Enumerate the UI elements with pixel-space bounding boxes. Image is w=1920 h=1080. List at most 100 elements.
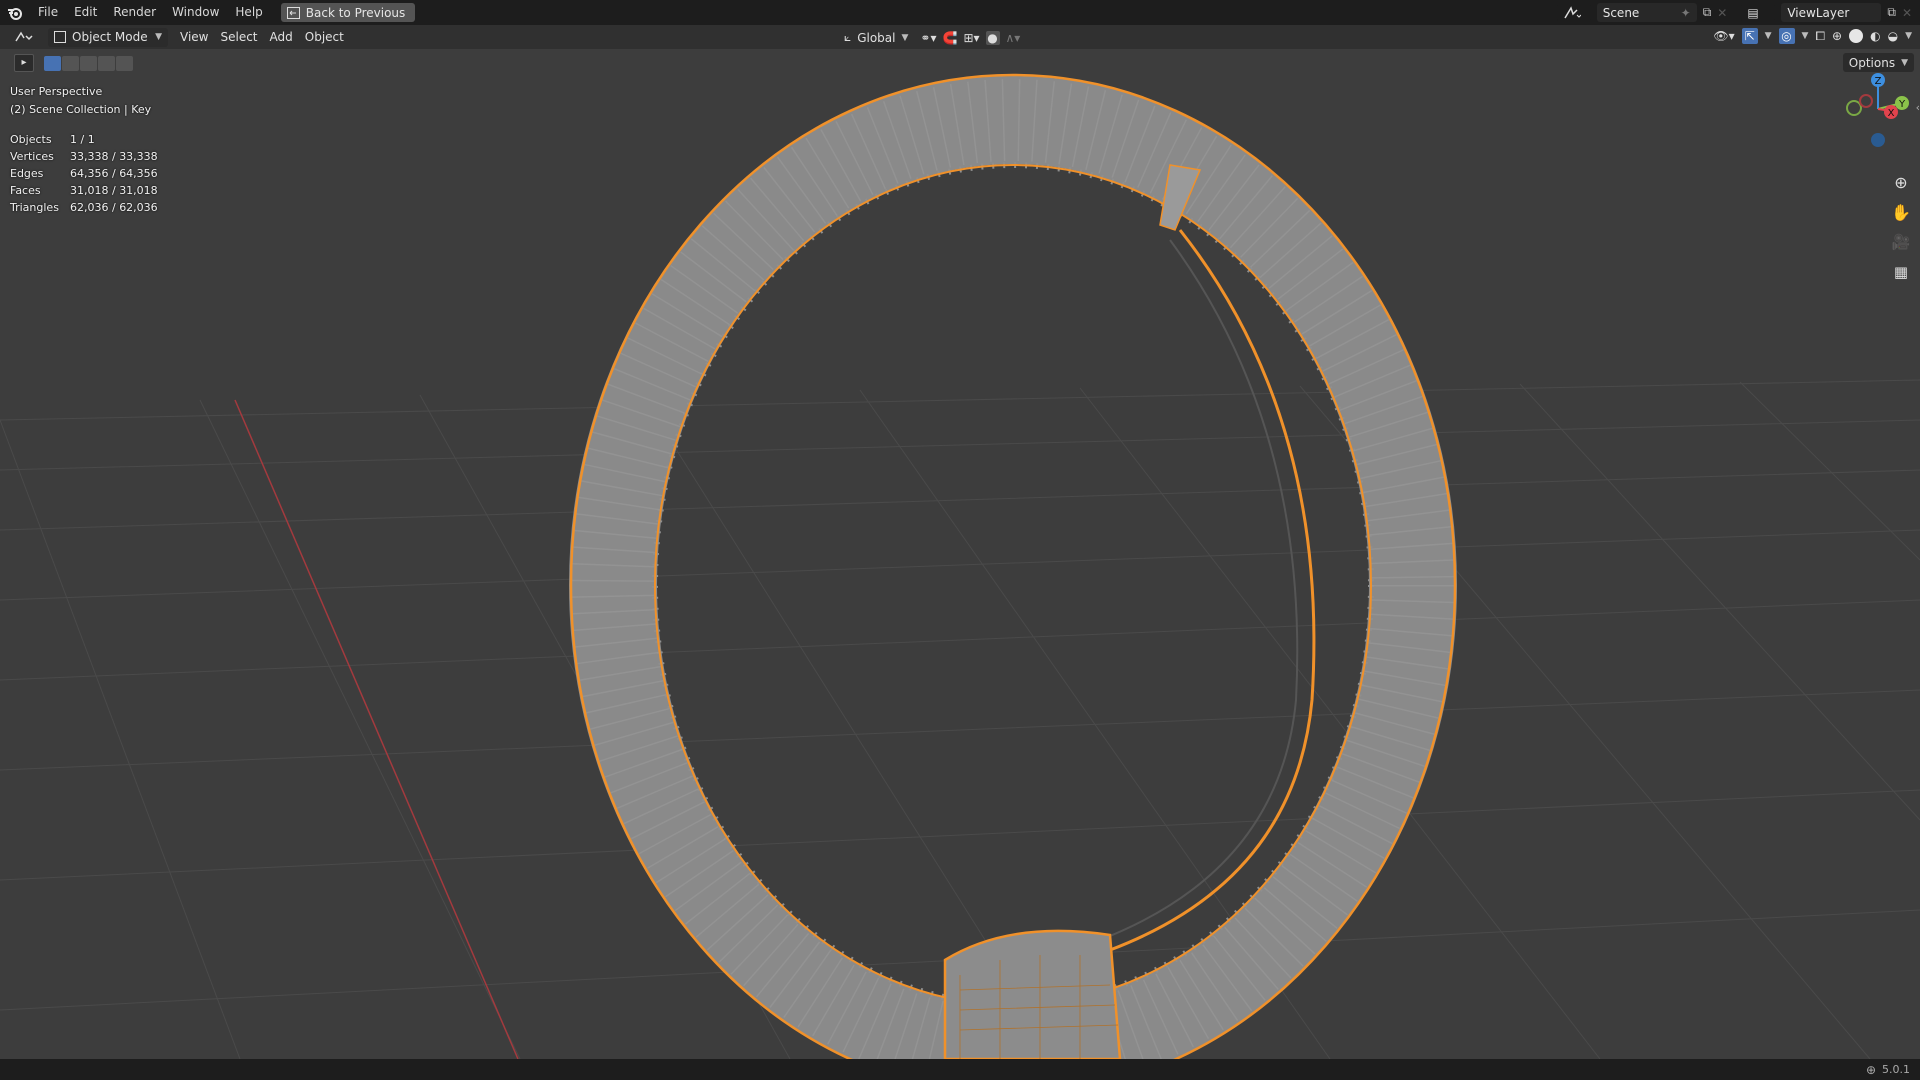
3d-viewport[interactable]: ▸ Options ▼ User Perspective (2) Scene C…: [0, 49, 1920, 1059]
stat-row: Edges 64,356 / 64,356: [10, 165, 158, 182]
3d-viewport-icon: [15, 31, 33, 42]
select-tool-icon[interactable]: ▸: [14, 54, 34, 72]
zoom-icon[interactable]: ⊕: [1888, 169, 1914, 195]
gizmo-toggle-icon[interactable]: ⇱: [1741, 28, 1758, 44]
stat-label: Vertices: [10, 150, 54, 163]
version-label: 5.0.1: [1882, 1063, 1910, 1076]
object-mode-dropdown[interactable]: Object Mode ▼: [48, 27, 168, 47]
stat-row: Faces 31,018 / 31,018: [10, 182, 158, 199]
stat-value: 64,356 / 64,356: [70, 167, 158, 180]
falloff-icon[interactable]: ∧▾: [1006, 31, 1021, 45]
stat-value: 1 / 1: [70, 133, 95, 146]
stat-label: Faces: [10, 184, 41, 197]
material-shading-icon[interactable]: ◐: [1870, 29, 1880, 43]
menu-render[interactable]: Render: [105, 0, 164, 25]
stat-row: Objects 1 / 1: [10, 131, 158, 148]
view-layer-name-field[interactable]: ViewLayer: [1781, 3, 1882, 22]
object-mode-label: Object Mode: [72, 30, 148, 44]
gizmo-x-label: X: [1888, 108, 1895, 119]
menu-help[interactable]: Help: [227, 0, 270, 25]
top-menu-bar: File Edit Render Window Help Back to Pre…: [0, 0, 1920, 25]
select-subtract-icon[interactable]: [80, 55, 97, 71]
network-icon: ⊕: [1865, 1062, 1876, 1077]
select-extend-icon[interactable]: [62, 55, 79, 71]
pan-hand-icon[interactable]: ✋: [1888, 199, 1914, 225]
chevron-down-icon: ▼: [901, 32, 909, 43]
stat-label: Edges: [10, 167, 44, 180]
delete-view-layer-icon[interactable]: ✕: [1902, 6, 1912, 20]
snap-target-icon[interactable]: ⊞▾: [963, 31, 979, 45]
transform-controls: ⟀ Global ▼ ⚭▾ 🧲 ⊞▾ ● ∧▾: [838, 28, 1020, 47]
viewport-canvas: [0, 73, 1920, 1059]
menu-file[interactable]: File: [30, 0, 66, 25]
stat-row: Vertices 33,338 / 33,338: [10, 148, 158, 165]
view-layer-selector-button[interactable]: ▤: [1741, 3, 1776, 22]
gizmo-z-label: Z: [1875, 76, 1882, 87]
navigation-gizmo[interactable]: Z Y X: [1844, 69, 1914, 149]
scene-name-field[interactable]: Scene ✦: [1596, 3, 1697, 22]
select-new-icon[interactable]: [44, 55, 61, 71]
transform-orientation-dropdown[interactable]: ⟀ Global ▼: [838, 28, 914, 47]
select-intersect-icon[interactable]: [116, 55, 133, 71]
stat-value: 33,338 / 33,338: [70, 150, 158, 163]
ring-mesh[interactable]: [569, 73, 1457, 1059]
stat-value: 31,018 / 31,018: [70, 184, 158, 197]
xray-toggle-icon[interactable]: ⧠: [1815, 29, 1825, 44]
wireframe-shading-icon[interactable]: ⊕: [1832, 29, 1842, 43]
gizmo-dropdown-icon[interactable]: ▼: [1765, 31, 1772, 41]
options-label: Options: [1848, 55, 1896, 70]
menu-window[interactable]: Window: [164, 0, 227, 25]
select-invert-icon[interactable]: [98, 55, 115, 71]
back-to-previous-button[interactable]: Back to Previous: [280, 3, 416, 22]
viewport-display-controls: 👁▾ ⇱ ▼ ◎ ▼ ⧠ ⊕ ◐ ◒ ▼: [1713, 28, 1912, 44]
delete-scene-icon[interactable]: ✕: [1717, 6, 1727, 20]
new-scene-icon[interactable]: ⧉: [1703, 5, 1712, 20]
chevron-down-icon: ▼: [1901, 57, 1908, 68]
view-perspective-label: User Perspective: [10, 85, 103, 98]
gizmo-y-label: Y: [1898, 99, 1906, 110]
snap-icon[interactable]: 🧲: [942, 31, 957, 45]
overlays-dropdown-icon[interactable]: ▼: [1802, 31, 1809, 41]
view-layer-name: ViewLayer: [1787, 5, 1850, 20]
editor-type-button[interactable]: [8, 28, 44, 47]
menu-select[interactable]: Select: [214, 28, 263, 47]
stat-label: Objects: [10, 133, 52, 146]
back-window-icon: [286, 6, 300, 19]
stat-value: 62,036 / 62,036: [70, 201, 158, 214]
menu-view[interactable]: View: [174, 28, 214, 47]
camera-view-icon[interactable]: 🎥: [1888, 229, 1914, 255]
solid-shading-icon[interactable]: [1849, 29, 1864, 43]
shading-dropdown-icon[interactable]: ▼: [1905, 31, 1912, 41]
scene-statistics: Objects 1 / 1 Vertices 33,338 / 33,338 Edg…: [10, 131, 158, 216]
blender-logo-icon[interactable]: [6, 4, 24, 22]
pivot-point-icon[interactable]: ⚭▾: [920, 31, 936, 45]
scene-icon: [1564, 5, 1581, 18]
rendered-shading-icon[interactable]: ◒: [1888, 29, 1898, 43]
pin-icon[interactable]: ✦: [1681, 6, 1691, 20]
proportional-edit-icon[interactable]: ●: [985, 30, 1000, 45]
collection-label: (2) Scene Collection | Key: [10, 103, 152, 116]
stat-row: Triangles 62,036 / 62,036: [10, 199, 158, 216]
toggle-perspective-icon[interactable]: ▦: [1888, 259, 1914, 285]
sidebar-toggle-icon[interactable]: ‹: [1916, 101, 1920, 114]
scene-name: Scene: [1602, 5, 1640, 20]
back-to-previous-label: Back to Previous: [305, 5, 406, 20]
new-view-layer-icon[interactable]: ⧉: [1887, 5, 1896, 20]
chevron-down-icon: ▼: [155, 32, 162, 42]
visibility-icon[interactable]: 👁▾: [1713, 29, 1734, 43]
orientation-label: Global: [857, 30, 896, 45]
object-mode-icon: [54, 31, 66, 43]
menu-edit[interactable]: Edit: [66, 0, 105, 25]
top-right-controls: Scene ✦ ⧉ ✕ ▤ ViewLayer ⧉ ✕: [1556, 0, 1920, 25]
viewport-header: Object Mode ▼ View Select Add Object ⟀ G…: [0, 25, 1920, 49]
view-layer-icon: ▤: [1747, 5, 1759, 20]
menu-add[interactable]: Add: [264, 28, 299, 47]
menu-object[interactable]: Object: [299, 28, 350, 47]
overlays-toggle-icon[interactable]: ◎: [1778, 28, 1795, 44]
orientation-icon: ⟀: [844, 30, 852, 44]
scene-selector-button[interactable]: [1556, 3, 1591, 22]
stat-label: Triangles: [10, 201, 59, 214]
tool-header: ▸: [14, 54, 134, 72]
x-axis-line: [234, 399, 519, 1059]
status-bar: ⊕ 5.0.1: [0, 1059, 1920, 1080]
